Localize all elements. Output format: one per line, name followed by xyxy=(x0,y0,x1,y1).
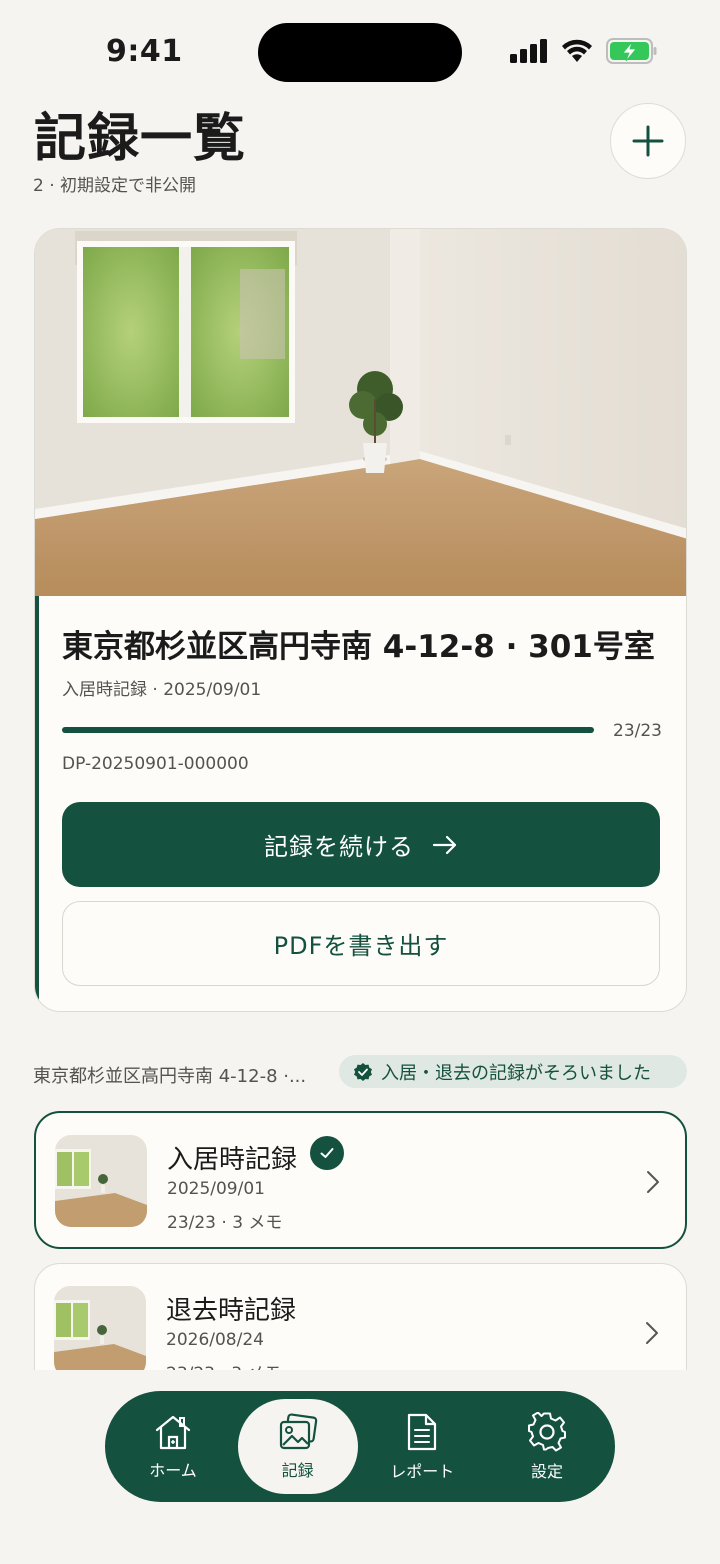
tab-report-label: レポート xyxy=(390,1461,455,1481)
tab-home-label: ホーム xyxy=(149,1460,197,1480)
photos-icon xyxy=(279,1412,317,1449)
tab-settings[interactable]: 設定 xyxy=(487,1399,607,1494)
plus-icon xyxy=(632,125,664,157)
record-date: 2025/09/01 xyxy=(167,1179,265,1199)
complete-badge-label: 入居・退去の記録がそろいました xyxy=(381,1062,651,1084)
room-photo xyxy=(35,229,686,596)
tab-records[interactable]: 記録 xyxy=(237,1399,358,1494)
progress-count: 23/23 xyxy=(613,721,662,741)
record-title: 退去時記録 xyxy=(166,1296,297,1326)
record-date: 2026/08/24 xyxy=(166,1330,264,1350)
status-time: 9:41 xyxy=(106,34,183,69)
progress-bar xyxy=(62,727,594,733)
export-pdf-label: PDFを書き出す xyxy=(273,932,449,960)
chevron-right-icon xyxy=(646,1322,658,1344)
status-bar: 9:41 xyxy=(0,0,720,100)
record-thumbnail xyxy=(54,1286,146,1378)
verified-badge-icon xyxy=(354,1062,372,1081)
group-address: 東京都杉並区高円寺南 4-12-8 ·... xyxy=(33,1066,307,1087)
current-record-card[interactable]: 東京都杉並区高円寺南 4-12-8 · 301号室 入居時記録 · 2025/0… xyxy=(34,228,687,1012)
tab-settings-label: 設定 xyxy=(530,1461,563,1481)
complete-badge: 入居・退去の記録がそろいました xyxy=(339,1055,687,1088)
record-stats: 23/23 · 3 メモ xyxy=(167,1213,283,1233)
tab-report[interactable]: レポート xyxy=(362,1399,482,1494)
arrow-right-icon xyxy=(432,835,457,854)
dynamic-island xyxy=(258,23,462,82)
record-title: 入居時記録 xyxy=(167,1145,298,1175)
export-pdf-button[interactable]: PDFを書き出す xyxy=(62,901,660,986)
record-thumbnail xyxy=(55,1135,147,1227)
tab-home[interactable]: ホーム xyxy=(113,1399,233,1494)
document-icon xyxy=(408,1413,437,1450)
tab-records-label: 記録 xyxy=(281,1460,314,1480)
gear-icon xyxy=(527,1411,566,1451)
tab-bar: ホーム 記録 レポート 設定 xyxy=(105,1391,615,1502)
add-record-button[interactable] xyxy=(610,103,686,179)
wifi-icon xyxy=(562,39,592,62)
record-id: DP-20250901-000000 xyxy=(62,754,249,774)
battery-charging-icon xyxy=(606,38,657,64)
completed-check-icon xyxy=(310,1136,344,1170)
card-meta: 入居時記録 · 2025/09/01 xyxy=(62,680,262,700)
page-title: 記録一覧 xyxy=(34,109,247,169)
page-subtitle: 2 · 初期設定で非公開 xyxy=(33,176,197,196)
continue-recording-button[interactable]: 記録を続ける xyxy=(62,802,660,887)
status-icons xyxy=(510,38,658,64)
record-item-move-in[interactable]: 入居時記録 2025/09/01 23/23 · 3 メモ xyxy=(34,1111,687,1249)
continue-recording-label: 記録を続ける xyxy=(264,833,414,861)
chevron-right-icon xyxy=(647,1171,659,1193)
home-icon xyxy=(155,1415,191,1449)
card-accent-bar xyxy=(35,596,39,1011)
progress-fill xyxy=(62,727,594,733)
cellular-signal-icon xyxy=(510,39,547,63)
card-address: 東京都杉並区高円寺南 4-12-8 · 301号室 xyxy=(62,629,655,665)
